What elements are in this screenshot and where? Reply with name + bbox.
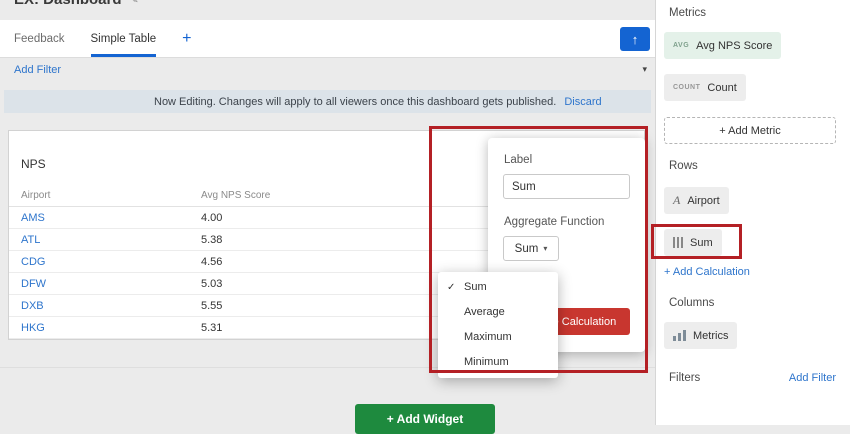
text-field-icon: A [673, 193, 680, 208]
aggregate-function-select[interactable]: Sum ▾ [503, 236, 559, 261]
metric-label: Avg NPS Score [696, 40, 772, 52]
check-icon: ✓ [447, 275, 455, 300]
aggregate-function-menu: ✓ Sum Average Maximum Minimum [438, 272, 558, 378]
column-chip-label: Metrics [693, 330, 728, 342]
row-chip-airport[interactable]: A Airport [664, 187, 729, 214]
metric-chip-count[interactable]: COUNT Count [664, 74, 746, 101]
metrics-heading: Metrics [669, 7, 706, 19]
publish-arrow-icon: ↑ [632, 32, 639, 47]
menu-item-minimum[interactable]: Minimum [438, 350, 558, 375]
edit-pencil-icon[interactable]: ✎ [130, 0, 139, 6]
menu-item-label: Minimum [464, 356, 509, 368]
menu-item-sum[interactable]: ✓ Sum [438, 275, 558, 300]
discard-link[interactable]: Discard [564, 96, 601, 108]
calculation-icon [673, 237, 683, 248]
airport-link[interactable]: HKG [21, 322, 45, 334]
metric-type-tag: COUNT [673, 84, 700, 91]
add-metric-button[interactable]: + Add Metric [664, 117, 836, 144]
sidebar-add-filter-link[interactable]: Add Filter [789, 372, 836, 384]
label-input[interactable] [503, 174, 630, 199]
publish-button[interactable]: ↑ [620, 27, 650, 51]
main-area: EX: Dashboard ✎ Feedback Simple Table + … [0, 0, 655, 425]
score-value: 5.55 [201, 300, 222, 312]
airport-link[interactable]: AMS [21, 212, 45, 224]
airport-link[interactable]: CDG [21, 256, 45, 268]
airport-link[interactable]: ATL [21, 234, 40, 246]
score-value: 4.56 [201, 256, 222, 268]
page-title: EX: Dashboard ✎ [14, 0, 139, 8]
tab-simple-table[interactable]: Simple Table [91, 20, 157, 57]
tab-feedback[interactable]: Feedback [14, 20, 65, 57]
add-tab-button[interactable]: + [182, 20, 191, 57]
row-chip-label: Airport [687, 195, 719, 207]
menu-item-maximum[interactable]: Maximum [438, 325, 558, 350]
metric-type-tag: AVG [673, 42, 689, 49]
score-value: 5.31 [201, 322, 222, 334]
collapse-caret-icon[interactable]: ▾ [642, 64, 647, 75]
menu-item-label: Maximum [464, 331, 512, 343]
dashboard-title: EX: Dashboard [14, 0, 122, 8]
filter-bar: Add Filter ▾ [0, 58, 655, 84]
score-value: 5.03 [201, 278, 222, 290]
column-header-avg-nps: Avg NPS Score [201, 190, 270, 201]
tab-bar: Feedback Simple Table + [0, 20, 655, 58]
airport-link[interactable]: DXB [21, 300, 44, 312]
aggregate-function-heading: Aggregate Function [504, 216, 604, 228]
score-value: 4.00 [201, 212, 222, 224]
column-header-airport: Airport [21, 190, 50, 201]
filters-heading: Filters [669, 372, 700, 384]
columns-heading: Columns [669, 297, 714, 309]
widget-title: NPS [21, 157, 46, 171]
row-chip-sum[interactable]: Sum [664, 229, 722, 256]
column-chip-metrics[interactable]: Metrics [664, 322, 737, 349]
airport-link[interactable]: DFW [21, 278, 46, 290]
bar-chart-icon [673, 330, 686, 341]
menu-item-label: Average [464, 306, 505, 318]
rows-heading: Rows [669, 160, 698, 172]
score-value: 5.38 [201, 234, 222, 246]
label-heading: Label [504, 154, 532, 166]
metric-label: Count [707, 82, 736, 94]
menu-item-label: Sum [464, 281, 487, 293]
add-widget-button[interactable]: + Add Widget [355, 404, 495, 434]
editing-notice-bar: Now Editing. Changes will apply to all v… [4, 90, 651, 113]
add-calculation-link[interactable]: + Add Calculation [664, 266, 750, 278]
add-filter-link[interactable]: Add Filter [14, 64, 61, 76]
editing-notice-text: Now Editing. Changes will apply to all v… [154, 96, 556, 108]
metric-chip-avg-nps[interactable]: AVG Avg NPS Score [664, 32, 781, 59]
row-chip-label: Sum [690, 237, 713, 249]
chevron-down-icon: ▾ [543, 244, 547, 253]
widget-settings-sidebar: Metrics AVG Avg NPS Score COUNT Count + … [655, 0, 850, 425]
aggregate-selected-value: Sum [515, 243, 539, 255]
menu-item-average[interactable]: Average [438, 300, 558, 325]
